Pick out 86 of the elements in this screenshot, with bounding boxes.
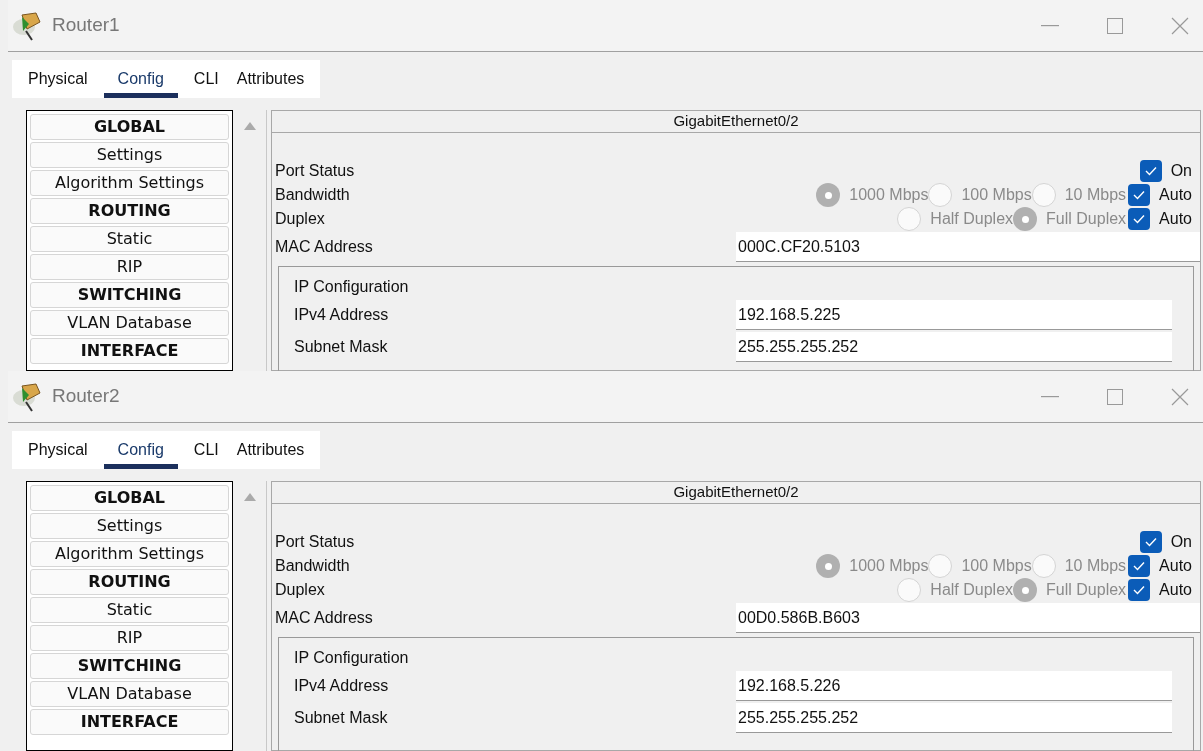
field-label: MAC Address: [274, 608, 374, 628]
radio-label: Half Duplex: [930, 580, 1014, 600]
sidebar-header[interactable]: GLOBAL: [30, 485, 229, 511]
sidebar-item[interactable]: Algorithm Settings: [30, 170, 229, 196]
field-label: IPv4 Address: [294, 305, 390, 325]
checkbox[interactable]: [1139, 160, 1162, 182]
tab[interactable]: Config: [103, 60, 178, 98]
sidebar-item[interactable]: RIP: [30, 625, 229, 651]
maximize-icon[interactable]: [1107, 17, 1123, 34]
window-title: Router1: [52, 13, 120, 38]
radio-label: 100 Mbps: [961, 185, 1032, 205]
radio-label: 100 Mbps: [961, 556, 1032, 576]
maximize-icon[interactable]: [1107, 388, 1123, 405]
input-field[interactable]: 000C.CF20.5103: [736, 232, 1200, 262]
check-icon: [1133, 585, 1146, 595]
field-label: MAC Address: [274, 237, 374, 257]
field-label: Duplex: [274, 209, 325, 229]
input-field[interactable]: 192.168.5.226: [736, 671, 1172, 701]
checkbox-label: Auto: [1159, 580, 1192, 600]
check-icon: [1144, 537, 1157, 547]
checkbox-label: Auto: [1159, 209, 1192, 229]
radio-label: 1000 Mbps: [849, 556, 929, 576]
check-icon: [1133, 214, 1146, 224]
scroll-up-icon[interactable]: [243, 122, 256, 130]
input-field[interactable]: 255.255.255.252: [736, 703, 1172, 733]
checkbox[interactable]: [1128, 579, 1151, 601]
input-field[interactable]: 00D0.586B.B603: [736, 603, 1200, 633]
sidebar-header[interactable]: INTERFACE: [30, 709, 229, 735]
sidebar-item[interactable]: RIP: [30, 254, 229, 280]
input-field[interactable]: 192.168.5.225: [736, 300, 1172, 330]
tab[interactable]: Config: [103, 431, 178, 469]
field-label: Bandwidth: [274, 185, 350, 205]
group-title: IP Configuration: [294, 648, 410, 668]
sidebar-item[interactable]: Algorithm Settings: [30, 541, 229, 567]
field-label: Duplex: [274, 580, 325, 600]
scroll-up-icon[interactable]: [243, 493, 256, 501]
radio-label: Half Duplex: [930, 209, 1014, 229]
check-icon: [1144, 166, 1157, 176]
checkbox[interactable]: [1128, 555, 1151, 577]
input-field[interactable]: 255.255.255.252: [736, 332, 1172, 362]
field-label: Subnet Mask: [294, 708, 389, 728]
window-title: Router2: [52, 384, 120, 409]
close-icon[interactable]: [1171, 387, 1189, 406]
sidebar-header[interactable]: ROUTING: [30, 198, 229, 224]
radio-label: 1000 Mbps: [849, 185, 929, 205]
close-icon[interactable]: [1171, 16, 1189, 35]
radio-label: 10 Mbps: [1064, 185, 1127, 205]
sidebar-header[interactable]: INTERFACE: [30, 338, 229, 364]
tab[interactable]: CLI: [191, 431, 221, 469]
sidebar-header[interactable]: SWITCHING: [30, 653, 229, 679]
check-icon: [1133, 190, 1146, 200]
tab[interactable]: Attributes: [234, 60, 307, 98]
sidebar-item[interactable]: VLAN Database: [30, 310, 229, 336]
sidebar-header[interactable]: GLOBAL: [30, 114, 229, 140]
checkbox[interactable]: [1128, 184, 1151, 206]
checkbox-label: On: [1170, 532, 1192, 552]
sidebar-item[interactable]: Static: [30, 226, 229, 252]
checkbox[interactable]: [1139, 531, 1162, 553]
sidebar-item[interactable]: Settings: [30, 142, 229, 168]
field-label: IPv4 Address: [294, 676, 390, 696]
radio-label: Full Duplex: [1046, 209, 1127, 229]
checkbox-label: Auto: [1159, 556, 1192, 576]
checkbox[interactable]: [1128, 208, 1151, 230]
sidebar-item[interactable]: Static: [30, 597, 229, 623]
checkbox-label: Auto: [1159, 185, 1192, 205]
sidebar-header[interactable]: SWITCHING: [30, 282, 229, 308]
sidebar-header[interactable]: ROUTING: [30, 569, 229, 595]
check-icon: [1133, 561, 1146, 571]
field-label: Port Status: [274, 161, 355, 181]
group-title: IP Configuration: [294, 277, 410, 297]
panel-header: GigabitEthernet0/2: [272, 482, 1200, 504]
tab[interactable]: CLI: [191, 60, 221, 98]
sidebar-item[interactable]: VLAN Database: [30, 681, 229, 707]
field-label: Subnet Mask: [294, 337, 389, 357]
sidebar-item[interactable]: Settings: [30, 513, 229, 539]
tab[interactable]: Physical: [26, 60, 90, 98]
checkbox-label: On: [1170, 161, 1192, 181]
field-label: Bandwidth: [274, 556, 350, 576]
panel-header: GigabitEthernet0/2: [272, 111, 1200, 133]
radio-label: Full Duplex: [1046, 580, 1127, 600]
field-label: Port Status: [274, 532, 355, 552]
minimize-icon[interactable]: [1041, 395, 1059, 398]
minimize-icon[interactable]: [1041, 24, 1059, 27]
radio-label: 10 Mbps: [1064, 556, 1127, 576]
tab[interactable]: Attributes: [234, 431, 307, 469]
tab[interactable]: Physical: [26, 431, 90, 469]
